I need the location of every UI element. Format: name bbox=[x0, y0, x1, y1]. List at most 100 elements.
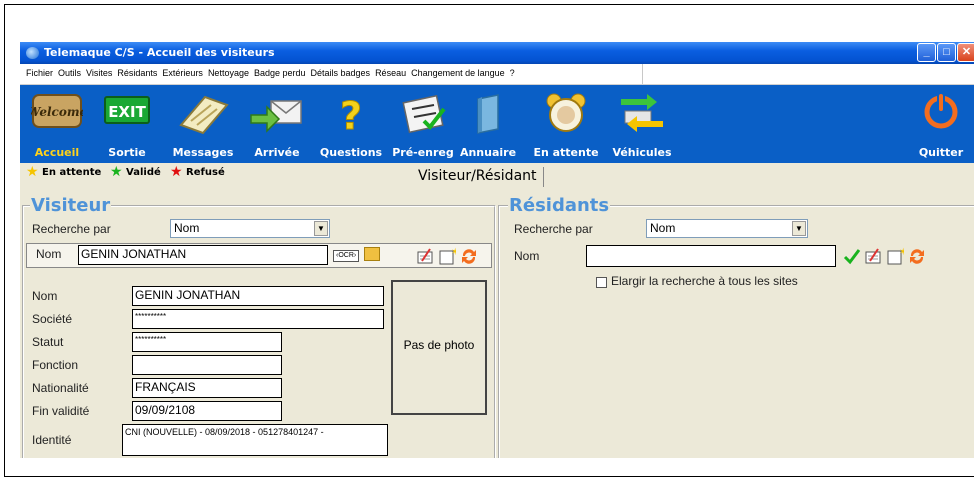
tool-quitter-label: Quitter bbox=[918, 146, 964, 159]
legend-refuse-label: Refusé bbox=[186, 167, 225, 178]
residants-title: Résidants bbox=[508, 195, 611, 216]
tab-visiteur-residant[interactable]: Visiteur/Résidant bbox=[410, 167, 544, 187]
star-icon-yellow: ★ bbox=[26, 164, 39, 180]
new-document-icon[interactable]: ✶ bbox=[886, 247, 904, 265]
nationalite-label: Nationalité bbox=[32, 381, 89, 395]
legend-attente-label: En attente bbox=[42, 167, 102, 178]
edit-form-icon[interactable] bbox=[864, 247, 882, 265]
tool-preenreg[interactable]: Pré-enreg bbox=[390, 85, 456, 163]
statut-field[interactable]: ********** bbox=[132, 332, 282, 352]
chevron-down-icon[interactable]: ▼ bbox=[792, 221, 806, 236]
menu-badge-perdu[interactable]: Badge perdu bbox=[254, 68, 306, 78]
tool-questions-label: Questions bbox=[319, 146, 383, 159]
visiteur-title: Visiteur bbox=[30, 195, 112, 216]
societe-field[interactable]: ********** bbox=[132, 309, 384, 329]
tool-messages[interactable]: Messages bbox=[168, 85, 238, 163]
refresh-icon[interactable] bbox=[460, 247, 478, 265]
close-button[interactable]: ✕ bbox=[957, 43, 974, 62]
tool-quitter[interactable]: Quitter bbox=[914, 85, 968, 163]
menu-bar: Fichier Outils Visites Résidants Extérie… bbox=[20, 64, 974, 85]
visiteur-name-label: Nom bbox=[36, 247, 62, 261]
window-title: Telemaque C/S - Accueil des visiteurs bbox=[44, 46, 275, 59]
book-icon bbox=[477, 94, 499, 134]
tool-vehicules[interactable]: Véhicules bbox=[608, 85, 676, 163]
svg-text:?: ? bbox=[340, 94, 362, 135]
visiteur-search-label: Recherche par bbox=[32, 222, 111, 236]
nationalite-field[interactable]: FRANÇAIS bbox=[132, 378, 282, 398]
tool-annuaire-label: Annuaire bbox=[459, 146, 517, 159]
svg-text:✶: ✶ bbox=[451, 247, 456, 258]
new-document-icon[interactable]: ✶ bbox=[438, 247, 456, 265]
nom-label: Nom bbox=[32, 289, 58, 303]
widen-search-label: Elargir la recherche à tous les sites bbox=[611, 274, 798, 288]
menu-help[interactable]: ? bbox=[510, 68, 515, 78]
title-bar[interactable]: Telemaque C/S - Accueil des visiteurs _ … bbox=[20, 42, 974, 64]
tool-attente[interactable]: En attente bbox=[530, 85, 602, 163]
exit-text: EXIT bbox=[108, 103, 146, 121]
widen-search-checkbox[interactable] bbox=[596, 277, 607, 288]
residants-panel: Résidants Recherche par Nom ▼ Nom ✶ Elar… bbox=[498, 195, 974, 458]
residants-search-value: Nom bbox=[650, 221, 676, 235]
residants-search-select[interactable]: Nom ▼ bbox=[646, 219, 808, 238]
identite-field[interactable]: CNI (NOUVELLE) - 08/09/2018 - 0512784012… bbox=[122, 424, 388, 456]
menu-separator bbox=[642, 64, 643, 84]
statut-label: Statut bbox=[32, 335, 64, 349]
tool-arrivee[interactable]: Arrivée bbox=[248, 85, 306, 163]
tool-sortie[interactable]: EXIT Sortie bbox=[102, 85, 152, 163]
star-icon-green: ★ bbox=[110, 164, 123, 180]
fonction-field[interactable] bbox=[132, 355, 282, 375]
identite-label: Identité bbox=[32, 433, 72, 447]
fonction-label: Fonction bbox=[32, 358, 79, 372]
menu-fichier[interactable]: Fichier bbox=[26, 68, 53, 78]
chip-card-icon[interactable] bbox=[364, 247, 380, 261]
visiteur-search-value: Nom bbox=[174, 221, 200, 235]
visiteur-search-select[interactable]: Nom ▼ bbox=[170, 219, 330, 238]
residants-name-input[interactable] bbox=[586, 245, 836, 267]
menu-outils[interactable]: Outils bbox=[58, 68, 81, 78]
exit-sign-icon: EXIT bbox=[104, 96, 150, 124]
tool-questions[interactable]: ? Questions bbox=[318, 85, 384, 163]
validate-check-icon[interactable] bbox=[843, 247, 861, 265]
tool-sortie-label: Sortie bbox=[108, 146, 146, 159]
arrival-envelope-icon bbox=[250, 100, 302, 133]
menu-visites[interactable]: Visites bbox=[86, 68, 112, 78]
minimize-button[interactable]: _ bbox=[917, 43, 936, 62]
star-icon-red: ★ bbox=[170, 164, 183, 180]
welcome-text: Welcome bbox=[31, 105, 83, 119]
ocr-button[interactable]: ‹OCR› bbox=[333, 250, 360, 262]
visiteur-name-input[interactable]: GENIN JONATHAN bbox=[78, 245, 328, 265]
menu-nettoyage[interactable]: Nettoyage bbox=[208, 68, 249, 78]
menu-changement-langue[interactable]: Changement de langue bbox=[411, 68, 505, 78]
residants-search-label: Recherche par bbox=[514, 222, 593, 236]
tool-accueil-label: Accueil bbox=[34, 146, 80, 159]
legend-valide: ★ Validé bbox=[110, 164, 161, 180]
menu-details-badges[interactable]: Détails badges bbox=[311, 68, 371, 78]
menu-reseau[interactable]: Réseau bbox=[375, 68, 406, 78]
menu-exterieurs[interactable]: Extérieurs bbox=[162, 68, 203, 78]
app-window: Telemaque C/S - Accueil des visiteurs _ … bbox=[20, 42, 974, 458]
finvalidite-field[interactable]: 09/09/2108 bbox=[132, 401, 282, 421]
chevron-down-icon[interactable]: ▼ bbox=[314, 221, 328, 236]
refresh-icon[interactable] bbox=[908, 247, 926, 265]
tool-attente-label: En attente bbox=[533, 146, 599, 159]
maximize-button[interactable]: □ bbox=[937, 43, 956, 62]
photo-label: Pas de photo bbox=[403, 338, 475, 352]
main-toolbar: Welcome Accueil EXIT Sortie Messages bbox=[20, 85, 974, 163]
power-icon bbox=[924, 93, 958, 129]
edit-form-icon[interactable] bbox=[416, 247, 434, 265]
legend-valide-label: Validé bbox=[126, 167, 161, 178]
societe-label: Société bbox=[32, 312, 73, 326]
nom-field[interactable]: GENIN JONATHAN bbox=[132, 286, 384, 306]
app-icon bbox=[26, 47, 39, 59]
tool-accueil[interactable]: Welcome Accueil bbox=[28, 85, 86, 163]
tool-preenreg-label: Pré-enreg bbox=[392, 146, 454, 159]
residants-name-label: Nom bbox=[514, 249, 540, 263]
tool-annuaire[interactable]: Annuaire bbox=[457, 85, 519, 163]
tool-arrivee-label: Arrivée bbox=[254, 146, 300, 159]
welcome-mat-icon: Welcome bbox=[31, 94, 83, 128]
visiteur-panel: Visiteur Recherche par Nom ▼ Nom GENIN J… bbox=[22, 195, 496, 458]
photo-placeholder[interactable]: Pas de photo bbox=[391, 280, 487, 415]
tool-vehicules-label: Véhicules bbox=[612, 146, 672, 159]
svg-text:✶: ✶ bbox=[899, 247, 904, 258]
menu-residants[interactable]: Résidants bbox=[117, 68, 157, 78]
